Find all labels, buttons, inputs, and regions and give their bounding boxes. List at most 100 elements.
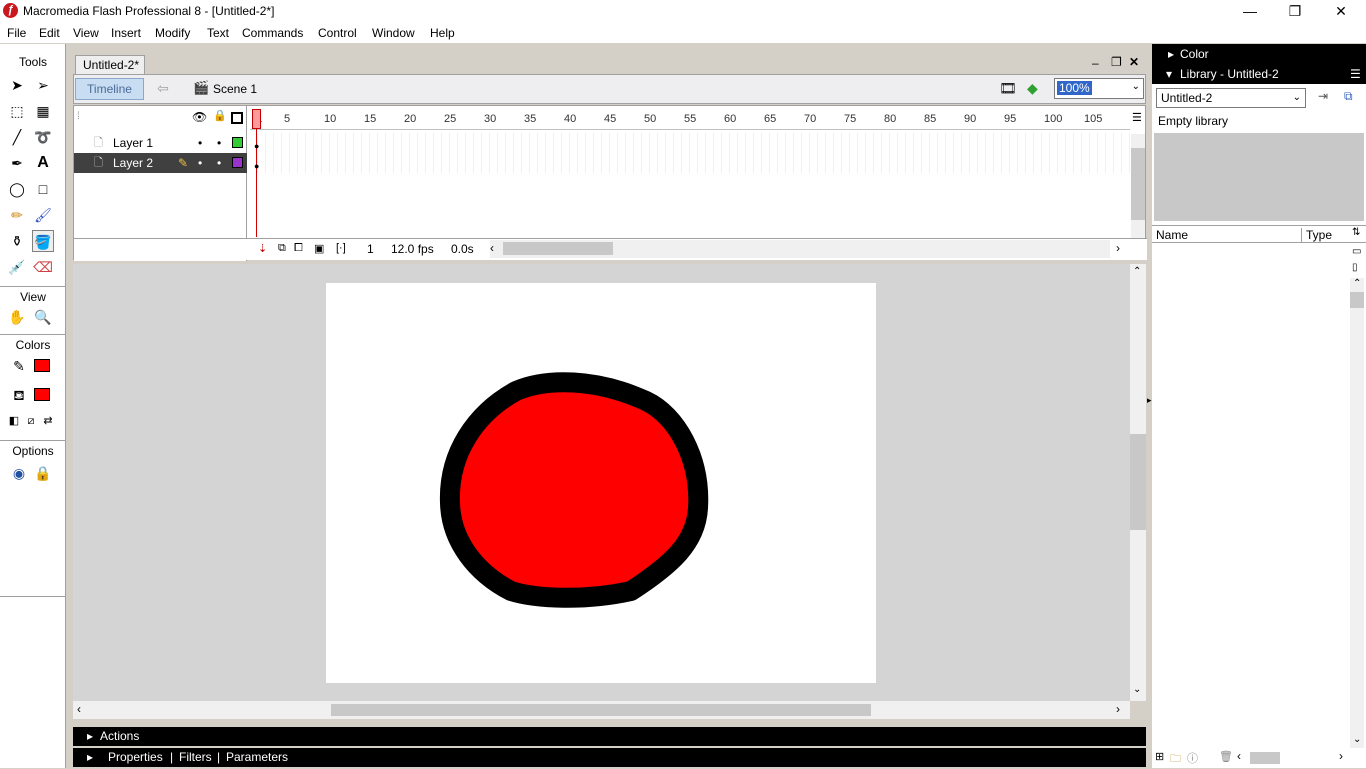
- scroll-up-arrow-icon[interactable]: ⌃: [1133, 266, 1141, 277]
- red-circle-shape[interactable]: [439, 372, 709, 608]
- timeline-hscroll-thumb[interactable]: [503, 242, 613, 255]
- layer-lock-dot-icon[interactable]: •: [217, 133, 221, 153]
- text-tool-icon[interactable]: A: [32, 152, 54, 174]
- zoom-combobox[interactable]: 100% ⌄: [1054, 78, 1144, 99]
- menu-modify[interactable]: Modify: [155, 26, 190, 40]
- stage[interactable]: [326, 283, 876, 683]
- properties-panel-bar[interactable]: ▸ Properties | Filters | Parameters: [73, 748, 1146, 767]
- library-vscroll-thumb[interactable]: [1350, 292, 1364, 308]
- paint-bucket-icon[interactable]: 🪣: [32, 230, 54, 252]
- eyedropper-icon[interactable]: 💉: [6, 256, 28, 278]
- scroll-right-arrow-icon[interactable]: ›: [1116, 241, 1120, 255]
- menu-commands[interactable]: Commands: [242, 26, 303, 40]
- brush-tool-icon[interactable]: 🖌: [32, 204, 54, 226]
- zoom-value[interactable]: 100%: [1057, 81, 1092, 95]
- swap-colors-icon[interactable]: ⇄: [37, 410, 59, 432]
- free-transform-icon[interactable]: ⬚: [6, 100, 28, 122]
- lasso-tool-icon[interactable]: ➰: [32, 126, 54, 148]
- pen-tool-icon[interactable]: ✒: [6, 152, 28, 174]
- wide-state-icon[interactable]: ▭: [1352, 246, 1361, 257]
- oval-tool-icon[interactable]: ◯: [6, 178, 28, 200]
- hand-tool-icon[interactable]: ✋: [6, 306, 28, 328]
- menu-control[interactable]: Control: [318, 26, 357, 40]
- stage-vscroll-thumb[interactable]: [1130, 434, 1146, 530]
- tab-parameters[interactable]: Parameters: [226, 748, 288, 767]
- scene-label[interactable]: Scene 1: [213, 82, 257, 96]
- frames-grid[interactable]: [250, 133, 1130, 173]
- timeline-toggle-button[interactable]: Timeline: [75, 78, 144, 100]
- lock-fill-icon[interactable]: 🔒: [32, 462, 54, 484]
- edit-scene-icon[interactable]: 🎞: [999, 80, 1017, 97]
- keyframe-dot-icon[interactable]: ●: [254, 141, 259, 151]
- layer-row-2[interactable]: 🗋 Layer 2 ✎ • •: [74, 153, 247, 173]
- edit-symbols-icon[interactable]: ◆: [1027, 80, 1038, 97]
- menu-file[interactable]: File: [7, 26, 26, 40]
- pencil-tool-icon[interactable]: ✏: [6, 204, 28, 226]
- menu-edit[interactable]: Edit: [39, 26, 60, 40]
- timeline-vscroll[interactable]: [1131, 134, 1145, 238]
- stage-hscroll[interactable]: ‹ ›: [73, 701, 1130, 719]
- subselection-arrow-icon[interactable]: ➢: [32, 74, 54, 96]
- delete-trash-icon[interactable]: 🗑: [1219, 750, 1233, 763]
- layer-visible-dot-icon[interactable]: •: [198, 133, 202, 153]
- zoom-tool-icon[interactable]: 🔍: [32, 306, 54, 328]
- timeline-grip-icon[interactable]: ⁞: [77, 111, 80, 122]
- actions-panel-bar[interactable]: ▸ Actions: [73, 727, 1146, 746]
- collapse-panels-arrow-icon[interactable]: ▸: [1147, 395, 1152, 406]
- zoom-dropdown-chevron-icon[interactable]: ⌄: [1132, 81, 1140, 92]
- new-symbol-icon[interactable]: ⊞: [1155, 750, 1164, 763]
- library-menu-icon[interactable]: ☰: [1350, 64, 1361, 84]
- scroll-down-arrow-icon[interactable]: ⌄: [1133, 684, 1141, 695]
- scroll-left-arrow-icon[interactable]: ‹: [1237, 749, 1241, 763]
- keyframe-dot-icon[interactable]: ●: [254, 161, 259, 171]
- color-panel-header[interactable]: ▸ Color: [1152, 44, 1366, 64]
- center-frame-icon[interactable]: ⇣: [258, 242, 267, 255]
- timeline-hscroll[interactable]: ‹ ›: [490, 240, 1120, 258]
- eraser-icon[interactable]: ⌫: [32, 256, 54, 278]
- library-hscroll-thumb[interactable]: [1250, 752, 1280, 764]
- doc-close-icon[interactable]: ✕: [1129, 55, 1139, 69]
- scroll-right-arrow-icon[interactable]: ›: [1339, 749, 1343, 763]
- new-library-panel-icon[interactable]: ⧉: [1344, 89, 1353, 104]
- layer-outline-color-icon[interactable]: [232, 137, 243, 148]
- narrow-state-icon[interactable]: ▯: [1352, 262, 1358, 273]
- menu-help[interactable]: Help: [430, 26, 455, 40]
- scroll-right-arrow-icon[interactable]: ›: [1116, 702, 1120, 716]
- stage-vscroll[interactable]: ⌃ ⌄: [1130, 264, 1146, 701]
- menu-window[interactable]: Window: [372, 26, 415, 40]
- layer-visible-dot-icon[interactable]: •: [198, 153, 202, 173]
- timeline-menu-icon[interactable]: ☰: [1132, 111, 1142, 124]
- col-name-header[interactable]: Name: [1156, 228, 1302, 242]
- line-tool-icon[interactable]: ╱: [6, 126, 28, 148]
- lock-all-icon[interactable]: 🔒: [213, 109, 227, 122]
- rectangle-tool-icon[interactable]: □: [32, 178, 54, 200]
- layer-row-1[interactable]: 🗋 Layer 1 • •: [74, 133, 247, 153]
- library-vscroll[interactable]: ⌃ ⌄: [1350, 278, 1364, 748]
- col-type-header[interactable]: Type: [1306, 228, 1332, 242]
- scroll-left-arrow-icon[interactable]: ‹: [490, 241, 494, 255]
- fill-color-swatch[interactable]: [34, 388, 50, 401]
- sort-order-icon[interactable]: ⇅: [1352, 227, 1360, 238]
- onion-outlines-icon[interactable]: ⧠: [294, 242, 303, 255]
- doc-minimize-icon[interactable]: ‒: [1092, 56, 1099, 70]
- show-hide-eye-icon[interactable]: 👁: [192, 110, 207, 124]
- maximize-button[interactable]: ❐: [1272, 0, 1318, 23]
- scroll-up-arrow-icon[interactable]: ⌃: [1353, 278, 1361, 289]
- layer-lock-dot-icon[interactable]: •: [217, 153, 221, 173]
- playhead-marker[interactable]: [252, 109, 261, 129]
- library-panel-header[interactable]: ▾ Library - Untitled-2 ☰: [1152, 64, 1366, 84]
- minimize-button[interactable]: —: [1227, 0, 1273, 23]
- menu-view[interactable]: View: [73, 26, 99, 40]
- stroke-color-swatch[interactable]: [34, 359, 50, 372]
- properties-icon[interactable]: ⓘ: [1187, 750, 1198, 766]
- back-arrow-icon[interactable]: ⇦: [152, 80, 174, 98]
- edit-multiple-frames-icon[interactable]: ▣: [314, 242, 324, 255]
- library-select[interactable]: Untitled-2 ⌄: [1156, 88, 1306, 108]
- outline-all-icon[interactable]: [231, 112, 243, 124]
- pin-library-icon[interactable]: ⇥: [1318, 89, 1328, 103]
- scroll-left-arrow-icon[interactable]: ‹: [77, 702, 81, 716]
- layer-outline-color-icon[interactable]: [232, 157, 243, 168]
- timeline-vscroll-thumb[interactable]: [1131, 148, 1145, 220]
- onion-skin-icon[interactable]: ⧉: [278, 242, 286, 255]
- ink-bottle-icon[interactable]: ⚱: [6, 230, 28, 252]
